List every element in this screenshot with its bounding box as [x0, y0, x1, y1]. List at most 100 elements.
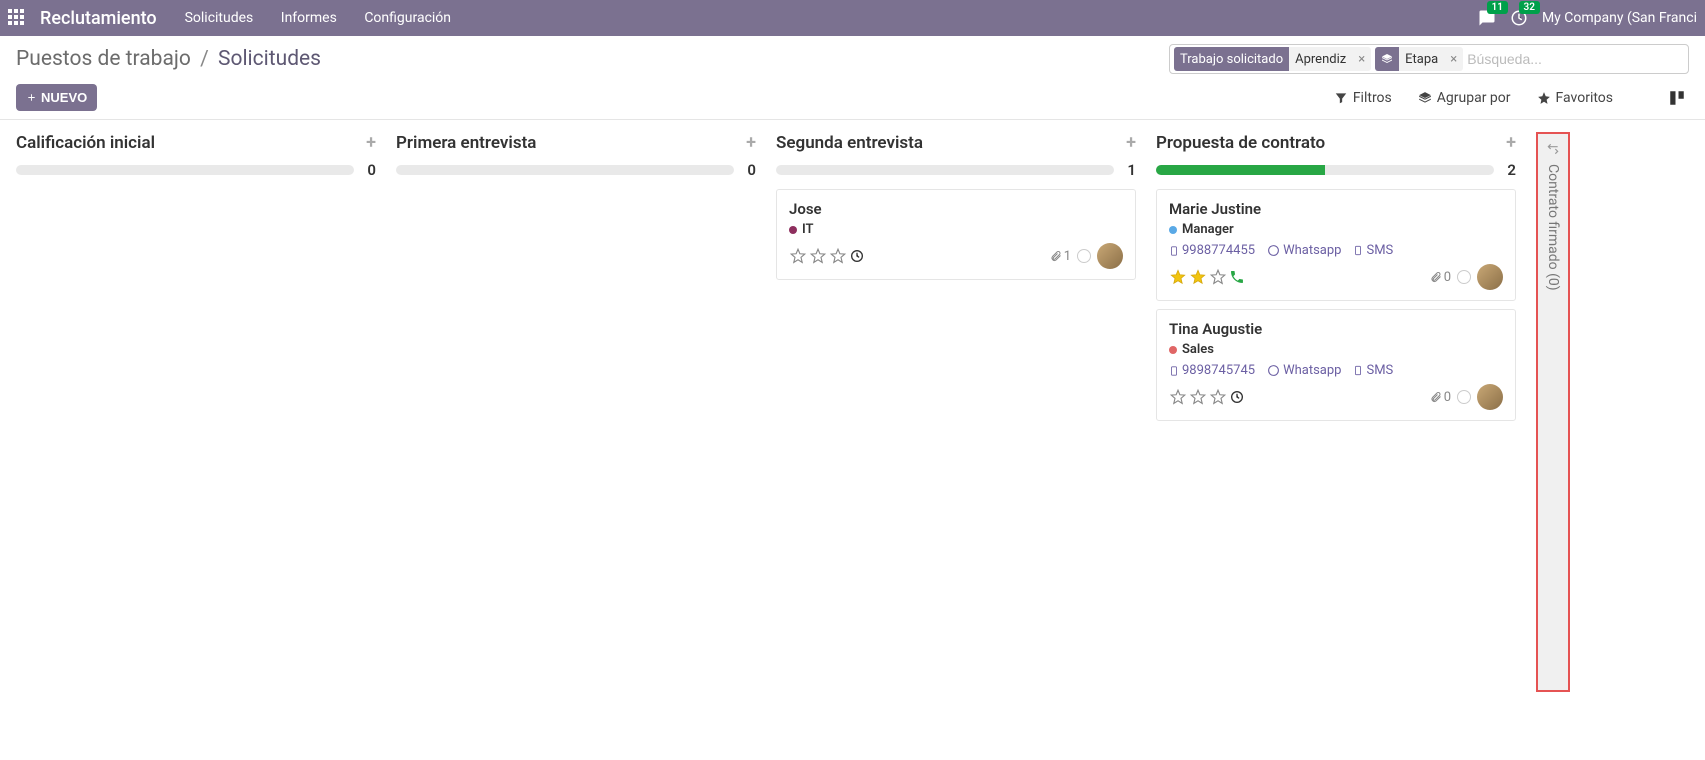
- star-icon[interactable]: [809, 247, 827, 265]
- column-progress: [1156, 165, 1494, 175]
- sms-link[interactable]: SMS: [1353, 243, 1393, 258]
- attachment-count[interactable]: 0: [1430, 390, 1451, 405]
- search-facet-stage: Etapa ×: [1375, 47, 1463, 71]
- phone-link[interactable]: 9898745745: [1169, 363, 1255, 378]
- star-icon[interactable]: [1209, 268, 1227, 286]
- company-selector[interactable]: My Company (San Franci: [1542, 10, 1697, 26]
- column-count: 2: [1502, 161, 1516, 179]
- priority-stars[interactable]: [1169, 388, 1245, 406]
- filters-button[interactable]: Filtros: [1334, 90, 1392, 106]
- attachment-count[interactable]: 1: [1050, 249, 1071, 264]
- activities-badge: 32: [1519, 1, 1540, 14]
- priority-stars[interactable]: [1169, 268, 1245, 286]
- column-progress: [16, 165, 354, 175]
- plus-icon: [26, 92, 37, 103]
- kanban-column: Calificación inicial + 0: [16, 132, 376, 189]
- star-icon[interactable]: [1189, 268, 1207, 286]
- card-name: Jose: [789, 200, 1123, 218]
- new-button-label: NUEVO: [41, 90, 87, 105]
- tag-dot: [789, 226, 797, 234]
- kanban-card[interactable]: Jose IT 1: [776, 189, 1136, 280]
- star-icon[interactable]: [789, 247, 807, 265]
- attachment-count[interactable]: 0: [1430, 270, 1451, 285]
- search-box[interactable]: Trabajo solicitado Aprendiz × Etapa ×: [1169, 44, 1689, 74]
- star-icon[interactable]: [1189, 388, 1207, 406]
- column-progress: [776, 165, 1114, 175]
- nav-item-informes[interactable]: Informes: [281, 10, 337, 26]
- tag-dot: [1169, 346, 1177, 354]
- whatsapp-link[interactable]: Whatsapp: [1267, 363, 1341, 378]
- column-title[interactable]: Segunda entrevista: [776, 133, 923, 153]
- kanban-view-icon[interactable]: [1665, 86, 1689, 110]
- column-title[interactable]: Primera entrevista: [396, 133, 536, 153]
- add-card-icon[interactable]: +: [366, 132, 376, 153]
- clock-icon[interactable]: [1229, 389, 1245, 405]
- control-panel: Puestos de trabajo / Solicitudes Trabajo…: [0, 36, 1705, 120]
- facet-remove-icon[interactable]: ×: [1352, 49, 1371, 70]
- phone-link[interactable]: 9988774455: [1169, 243, 1255, 258]
- nav-item-configuracion[interactable]: Configuración: [364, 10, 451, 26]
- paperclip-icon: [1430, 391, 1442, 403]
- main-navbar: Reclutamiento Solicitudes Informes Confi…: [0, 0, 1705, 36]
- star-icon[interactable]: [1169, 388, 1187, 406]
- nav-menu: Solicitudes Informes Configuración: [185, 10, 475, 26]
- avatar[interactable]: [1097, 243, 1123, 269]
- facet-label: Trabajo solicitado: [1174, 47, 1289, 71]
- sms-link[interactable]: SMS: [1353, 363, 1393, 378]
- add-card-icon[interactable]: +: [1126, 132, 1136, 153]
- card-name: Marie Justine: [1169, 200, 1503, 218]
- whatsapp-icon: [1267, 244, 1280, 257]
- star-icon[interactable]: [829, 247, 847, 265]
- priority-stars[interactable]: [789, 247, 865, 265]
- breadcrumb-sep: /: [200, 47, 209, 71]
- avatar[interactable]: [1477, 264, 1503, 290]
- activity-indicator[interactable]: [1457, 390, 1471, 404]
- kanban-board: Calificación inicial + 0 Primera entrevi…: [0, 120, 1705, 754]
- sms-icon: [1353, 364, 1363, 377]
- activity-indicator[interactable]: [1077, 249, 1091, 263]
- breadcrumb-parent[interactable]: Puestos de trabajo: [16, 47, 191, 71]
- collapsed-column[interactable]: Contrato firmado (0): [1536, 132, 1570, 692]
- tag-dot: [1169, 226, 1177, 234]
- tag-label: IT: [802, 222, 814, 237]
- column-count: 1: [1122, 161, 1136, 179]
- kanban-card[interactable]: Marie Justine Manager 9988774455 Whatsap…: [1156, 189, 1516, 301]
- layers-icon: [1375, 47, 1399, 71]
- column-title[interactable]: Propuesta de contrato: [1156, 133, 1325, 153]
- star-icon[interactable]: [1169, 268, 1187, 286]
- whatsapp-icon: [1267, 364, 1280, 377]
- tag-label: Sales: [1182, 342, 1214, 357]
- funnel-icon: [1334, 91, 1348, 105]
- nav-item-solicitudes[interactable]: Solicitudes: [185, 10, 254, 26]
- mobile-icon: [1169, 364, 1179, 378]
- mobile-icon: [1169, 244, 1179, 258]
- search-input[interactable]: [1467, 51, 1684, 67]
- column-count: 0: [362, 161, 376, 179]
- avatar[interactable]: [1477, 384, 1503, 410]
- clock-icon[interactable]: [849, 248, 865, 264]
- favorites-button[interactable]: Favoritos: [1537, 90, 1613, 106]
- column-progress: [396, 165, 734, 175]
- column-title[interactable]: Calificación inicial: [16, 133, 155, 153]
- collapsed-title: Contrato firmado (0): [1545, 164, 1561, 291]
- add-card-icon[interactable]: +: [1506, 132, 1516, 153]
- apps-icon[interactable]: [8, 9, 26, 27]
- kanban-card[interactable]: Tina Augustie Sales 9898745745 Whatsapp …: [1156, 309, 1516, 421]
- new-button[interactable]: NUEVO: [16, 84, 97, 111]
- add-card-icon[interactable]: +: [746, 132, 756, 153]
- whatsapp-link[interactable]: Whatsapp: [1267, 243, 1341, 258]
- groupby-button[interactable]: Agrupar por: [1418, 90, 1511, 106]
- facet-value: Etapa: [1399, 49, 1444, 70]
- phone-icon[interactable]: [1229, 269, 1245, 285]
- paperclip-icon: [1050, 250, 1062, 262]
- star-icon[interactable]: [1209, 388, 1227, 406]
- column-count: 0: [742, 161, 756, 179]
- expand-icon: [1546, 142, 1560, 156]
- facet-remove-icon[interactable]: ×: [1444, 49, 1463, 70]
- breadcrumb: Puestos de trabajo / Solicitudes: [16, 47, 321, 71]
- app-name[interactable]: Reclutamiento: [40, 8, 157, 29]
- activity-indicator[interactable]: [1457, 270, 1471, 284]
- paperclip-icon: [1430, 271, 1442, 283]
- activities-icon[interactable]: 32: [1510, 9, 1528, 27]
- messages-icon[interactable]: 11: [1478, 9, 1496, 27]
